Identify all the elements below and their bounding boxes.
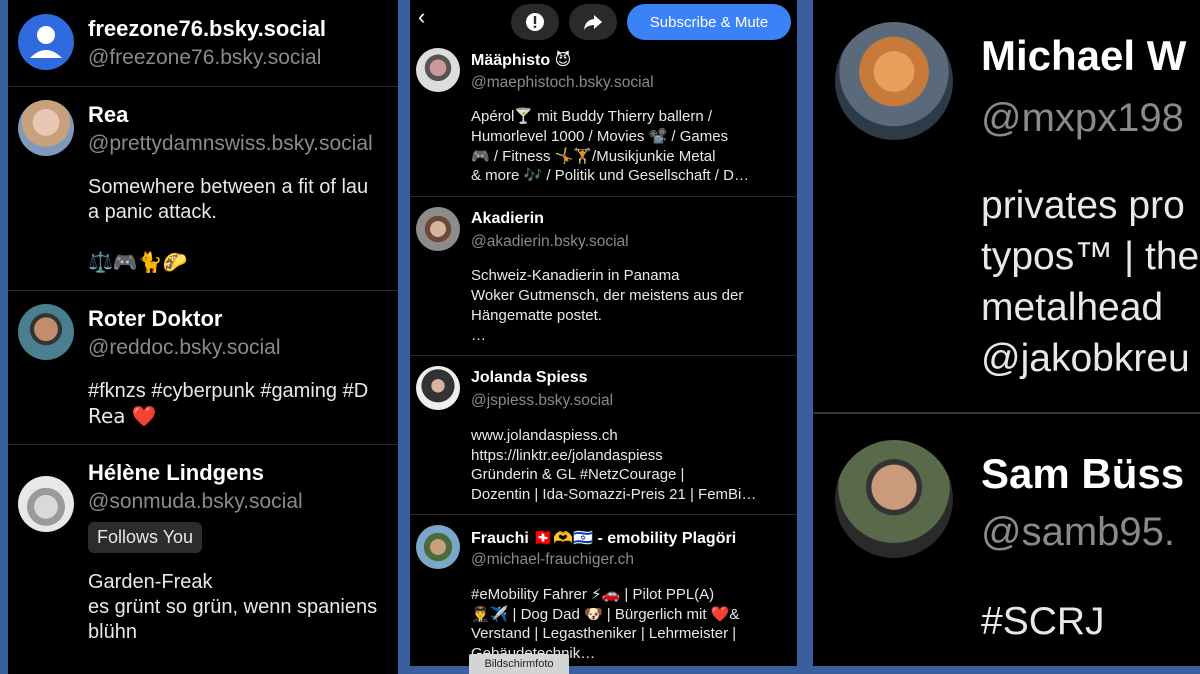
user-bio: & more 🎶 / Politik und Gesellschaft / D… <box>471 167 749 184</box>
divider <box>8 444 398 445</box>
user-bio: #fknzs #cyberpunk #gaming #D <box>88 380 369 402</box>
user-handle: @akadierin.bsky.social <box>471 233 629 250</box>
user-avatar[interactable] <box>416 207 460 251</box>
user-bio: a panic attack. <box>88 201 217 223</box>
divider <box>410 196 797 197</box>
user-bio: Rea ❤️ <box>88 404 157 428</box>
user-bio: @jakobkreu <box>981 337 1190 380</box>
profile-list-panel-middle: ‹ Subscribe & Mute Määphisto 😈 @maephist… <box>410 0 797 666</box>
user-bio: Humorlevel 1000 / Movies 📽️ / Games <box>471 128 729 145</box>
user-bio: #eMobility Fahrer ⚡🚗 | Pilot PPL(A) <box>471 586 715 603</box>
user-avatar[interactable] <box>18 100 74 156</box>
divider <box>813 412 1200 414</box>
user-bio: https://linktr.ee/jolandaspiess <box>471 447 663 464</box>
user-bio: Apérol🍸 mit Buddy Thierry ballern / <box>471 108 712 125</box>
user-name[interactable]: Sam Büss <box>981 450 1184 498</box>
report-button[interactable] <box>511 4 559 40</box>
user-bio: Verstand | Legastheniker | Lehrmeister | <box>471 625 737 642</box>
back-icon[interactable]: ‹ <box>418 4 425 30</box>
user-handle: @reddoc.bsky.social <box>88 336 281 359</box>
user-handle: @prettydamnswiss.bsky.social <box>88 132 373 155</box>
user-bio: Somewhere between a fit of lau <box>88 176 369 198</box>
user-avatar[interactable] <box>18 304 74 360</box>
alert-icon <box>526 13 544 31</box>
divider <box>8 290 398 291</box>
user-bio: Hängematte postet. <box>471 307 602 324</box>
user-avatar[interactable] <box>416 525 460 569</box>
share-icon <box>584 15 602 30</box>
user-bio: 🎮 / Fitness 🤸🏋️/Musikjunkie Metal <box>471 148 716 165</box>
user-avatar[interactable] <box>835 440 953 558</box>
user-handle: @mxpx198 <box>981 96 1184 140</box>
share-button[interactable] <box>569 4 617 40</box>
user-bio: Woker Gutmensch, der meistens aus der <box>471 287 744 304</box>
user-name[interactable]: Rea <box>88 102 128 128</box>
user-bio: Gründerin & GL #NetzCourage | <box>471 466 685 483</box>
user-name[interactable]: Frauchi 🇨🇭🫶🇮🇱 - emobility Plagöri <box>471 528 736 548</box>
user-handle: @samb95. <box>981 510 1176 554</box>
divider <box>410 514 797 515</box>
subscribe-mute-button[interactable]: Subscribe & Mute <box>627 4 791 40</box>
user-name[interactable]: Roter Doktor <box>88 306 222 332</box>
user-bio: ⚖️🎮🐈🌮 <box>88 250 188 274</box>
user-name[interactable]: Michael W <box>981 32 1186 80</box>
user-avatar[interactable] <box>416 366 460 410</box>
user-bio: #SCRJ <box>981 600 1105 643</box>
user-name[interactable]: Akadierin <box>471 210 544 228</box>
divider <box>410 355 797 356</box>
follows-you-badge: Follows You <box>88 522 203 553</box>
user-name[interactable]: Hélène Lindgens <box>88 460 264 486</box>
user-bio: www.jolandaspiess.ch <box>471 427 618 444</box>
user-handle: @sonmuda.bsky.social <box>88 490 303 513</box>
user-handle: @freezone76.bsky.social <box>88 46 322 69</box>
divider <box>8 86 398 87</box>
default-user-avatar[interactable] <box>18 14 74 70</box>
user-handle: @maephistoch.bsky.social <box>471 74 654 91</box>
user-name[interactable]: freezone76.bsky.social <box>88 16 326 42</box>
user-avatar[interactable] <box>416 48 460 92</box>
user-bio: 👨‍✈️✈️ | Dog Dad 🐶 | Bürgerlich mit ❤️& <box>471 606 740 623</box>
user-bio: typos™ | the <box>981 235 1200 278</box>
user-handle: @michael-frauchiger.ch <box>471 551 635 568</box>
user-name[interactable]: Määphisto 😈 <box>471 50 571 70</box>
screenshot-tooltip: Bildschirmfoto <box>469 654 569 674</box>
user-bio: Schweiz-Kanadierin in Panama <box>471 267 680 284</box>
user-bio: … <box>471 327 486 344</box>
user-avatar[interactable] <box>835 22 953 140</box>
user-name[interactable]: Jolanda Spiess <box>471 369 588 387</box>
profile-list-panel-right: Michael W @mxpx198 privates pro typos™ |… <box>813 0 1200 666</box>
user-bio: blühn <box>88 621 137 643</box>
user-bio: Dozentin | Ida-Somazzi-Preis 21 | FemBi… <box>471 486 757 503</box>
user-bio: es grünt so grün, wenn spaniens <box>88 596 378 618</box>
profile-list-panel-left: freezone76.bsky.social @freezone76.bsky.… <box>8 0 398 674</box>
person-icon <box>30 26 62 58</box>
user-handle: @jspiess.bsky.social <box>471 392 614 409</box>
user-avatar[interactable] <box>18 476 74 532</box>
user-bio: Garden-Freak <box>88 571 213 593</box>
user-bio: metalhead <box>981 286 1164 329</box>
user-bio: privates pro <box>981 184 1185 227</box>
